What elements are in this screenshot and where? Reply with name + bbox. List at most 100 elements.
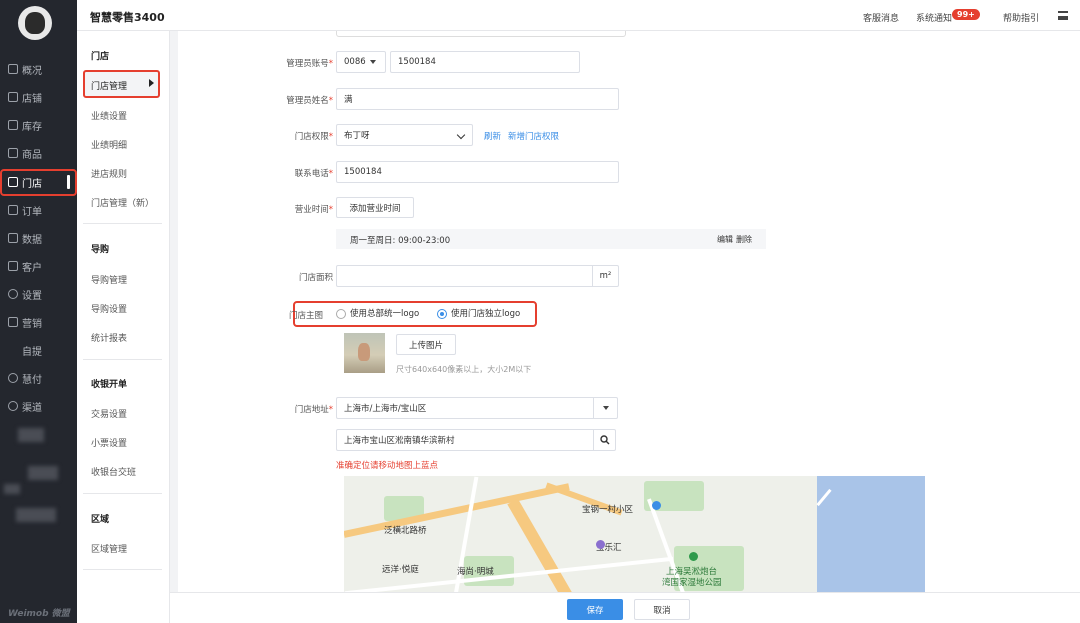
sub-item-performance-details[interactable]: 业绩明细	[91, 138, 127, 151]
address-label: 门店地址*	[294, 405, 333, 415]
nav-item-pickup[interactable]: 自提	[0, 337, 77, 363]
sub-item-trade-settings[interactable]: 交易设置	[91, 407, 127, 420]
group-guide: 导购	[91, 245, 110, 255]
action-bar: 保存 取消	[170, 592, 1080, 623]
permission-select[interactable]: 布丁呀	[336, 124, 473, 146]
road	[507, 498, 573, 592]
map-warning: 准确定位请移动地图上蓝点	[336, 461, 439, 471]
map[interactable]: 泛横北路桥 宝钢一村小区 宝乐汇 远洋·悦庭 海尚·明城 上海吴淞炮台 湾国家湿…	[344, 476, 925, 592]
edit-hours-link[interactable]: 编辑	[717, 234, 733, 245]
address-detail-input[interactable]: 上海市宝山区淞南镇华滨新村	[336, 429, 616, 451]
search-icon	[599, 435, 609, 445]
caret-down-icon	[602, 406, 609, 410]
sub-item-store-management[interactable]: 门店管理	[91, 79, 127, 92]
admin-name-input[interactable]: 满	[336, 88, 619, 110]
park-pin-icon	[689, 552, 698, 561]
sub-item-entry-rules[interactable]: 进店规则	[91, 167, 127, 180]
divider	[83, 223, 162, 224]
overview-icon	[8, 64, 18, 74]
radio-hq-logo[interactable]: 使用总部统一logo	[336, 307, 419, 319]
triangle-right-icon	[149, 79, 154, 87]
main-nav: 概况 店铺 库存 商品 门店 订单 数据 客户 设置 营销 自提 慧付 渠道 W…	[0, 0, 77, 623]
refresh-link[interactable]: 刷新	[484, 130, 501, 142]
sub-item-guide-management[interactable]: 导购管理	[91, 273, 127, 286]
sub-item-store-management-new[interactable]: 门店管理（新）	[91, 196, 154, 209]
blurred-item	[4, 484, 20, 494]
nav-item-customers[interactable]: 客户	[0, 253, 77, 279]
sub-item-cashier-shift[interactable]: 收银台交班	[91, 465, 136, 478]
address-dropdown[interactable]	[593, 398, 617, 418]
upload-image-button[interactable]: 上传图片	[396, 334, 456, 355]
map-pin-icon	[652, 501, 661, 510]
area-input[interactable]: m²	[336, 265, 619, 287]
group-area: 区域	[91, 515, 110, 525]
store-form: 管理员账号* 0086 1500184 管理员姓名* 满 门店权限* 布丁呀 刷…	[178, 31, 1080, 592]
sub-item-area-management[interactable]: 区域管理	[91, 542, 127, 555]
previous-field-edge	[336, 31, 626, 37]
secondary-sidebar: 门店 门店管理 业绩设置 业绩明细 进店规则 门店管理（新） 导购 导购管理 导…	[77, 31, 170, 623]
shopping-pin-icon	[596, 540, 605, 549]
nav-item-channel[interactable]: 渠道	[0, 393, 77, 419]
sub-item-statistics[interactable]: 统计报表	[91, 331, 127, 344]
highlight-nav-store	[0, 169, 77, 196]
inventory-icon	[8, 120, 18, 130]
nav-item-data[interactable]: 数据	[0, 225, 77, 251]
sub-item-receipt-settings[interactable]: 小票设置	[91, 436, 127, 449]
group-cashier: 收银开单	[91, 380, 128, 390]
save-button[interactable]: 保存	[567, 599, 623, 620]
add-permission-link[interactable]: 新增门店权限	[508, 130, 559, 142]
nav-item-orders[interactable]: 订单	[0, 197, 77, 223]
delete-hours-link[interactable]: 删除	[736, 234, 752, 245]
nav-item-marketing[interactable]: 营销	[0, 309, 77, 335]
help-link[interactable]: 帮助指引	[1003, 11, 1039, 24]
nav-item-inventory[interactable]: 库存	[0, 112, 77, 138]
channel-icon	[8, 401, 18, 411]
nav-item-shop[interactable]: 店铺	[0, 84, 77, 110]
area-label: 门店面积	[298, 273, 333, 283]
caret-down-icon	[369, 60, 376, 64]
service-messages-link[interactable]: 客服消息	[863, 11, 899, 24]
system-notify-link[interactable]: 系统通知	[916, 11, 952, 24]
divider	[83, 493, 162, 494]
admin-name-label: 管理员姓名*	[286, 96, 333, 106]
blurred-item	[18, 428, 44, 442]
hours-row: 周一至周日: 09:00-23:00 编辑 删除	[336, 229, 766, 249]
marketing-icon	[8, 317, 18, 327]
divider	[83, 569, 162, 570]
nav-item-goods[interactable]: 商品	[0, 140, 77, 166]
divider	[83, 359, 162, 360]
brand-logo: Weimob 微盟	[8, 609, 70, 619]
sub-item-performance-settings[interactable]: 业绩设置	[91, 109, 127, 122]
hours-value: 周一至周日: 09:00-23:00	[350, 236, 451, 246]
pay-icon	[8, 373, 18, 383]
phone-input[interactable]: 1500184	[336, 161, 619, 183]
hours-label: 营业时间*	[294, 205, 333, 215]
address-region-select[interactable]: 上海市/上海市/宝山区	[336, 397, 618, 419]
store-image-thumbnail	[344, 333, 385, 373]
menu-icon[interactable]	[1058, 11, 1068, 20]
nav-item-overview[interactable]: 概况	[0, 56, 77, 82]
river	[817, 476, 925, 592]
map-label: 远洋·悦庭	[382, 565, 419, 575]
map-label: 湾国家湿地公园	[662, 578, 722, 588]
radio-checked-icon	[437, 308, 447, 319]
orders-icon	[8, 205, 18, 215]
nav-item-settings[interactable]: 设置	[0, 281, 77, 307]
admin-account-input[interactable]: 1500184	[390, 51, 580, 73]
top-bar: 智慧零售3400 客服消息 系统通知 99+ 帮助指引	[77, 0, 1080, 31]
country-code-select[interactable]: 0086	[336, 51, 386, 73]
nav-item-huifu[interactable]: 慧付	[0, 365, 77, 391]
app-title: 智慧零售3400	[90, 11, 165, 24]
add-hours-button[interactable]: 添加营业时间	[336, 197, 414, 218]
notify-badge: 99+	[952, 9, 980, 20]
cancel-button[interactable]: 取消	[634, 599, 690, 620]
active-indicator	[67, 175, 70, 189]
admin-account-label: 管理员账号*	[286, 59, 333, 69]
blurred-item	[16, 508, 56, 522]
sub-item-guide-settings[interactable]: 导购设置	[91, 302, 127, 315]
radio-own-logo[interactable]: 使用门店独立logo	[437, 307, 520, 319]
search-button[interactable]	[593, 430, 615, 450]
avatar[interactable]	[18, 6, 52, 40]
main-content: 管理员账号* 0086 1500184 管理员姓名* 满 门店权限* 布丁呀 刷…	[170, 31, 1080, 592]
map-label: 泛横北路桥	[384, 526, 427, 536]
